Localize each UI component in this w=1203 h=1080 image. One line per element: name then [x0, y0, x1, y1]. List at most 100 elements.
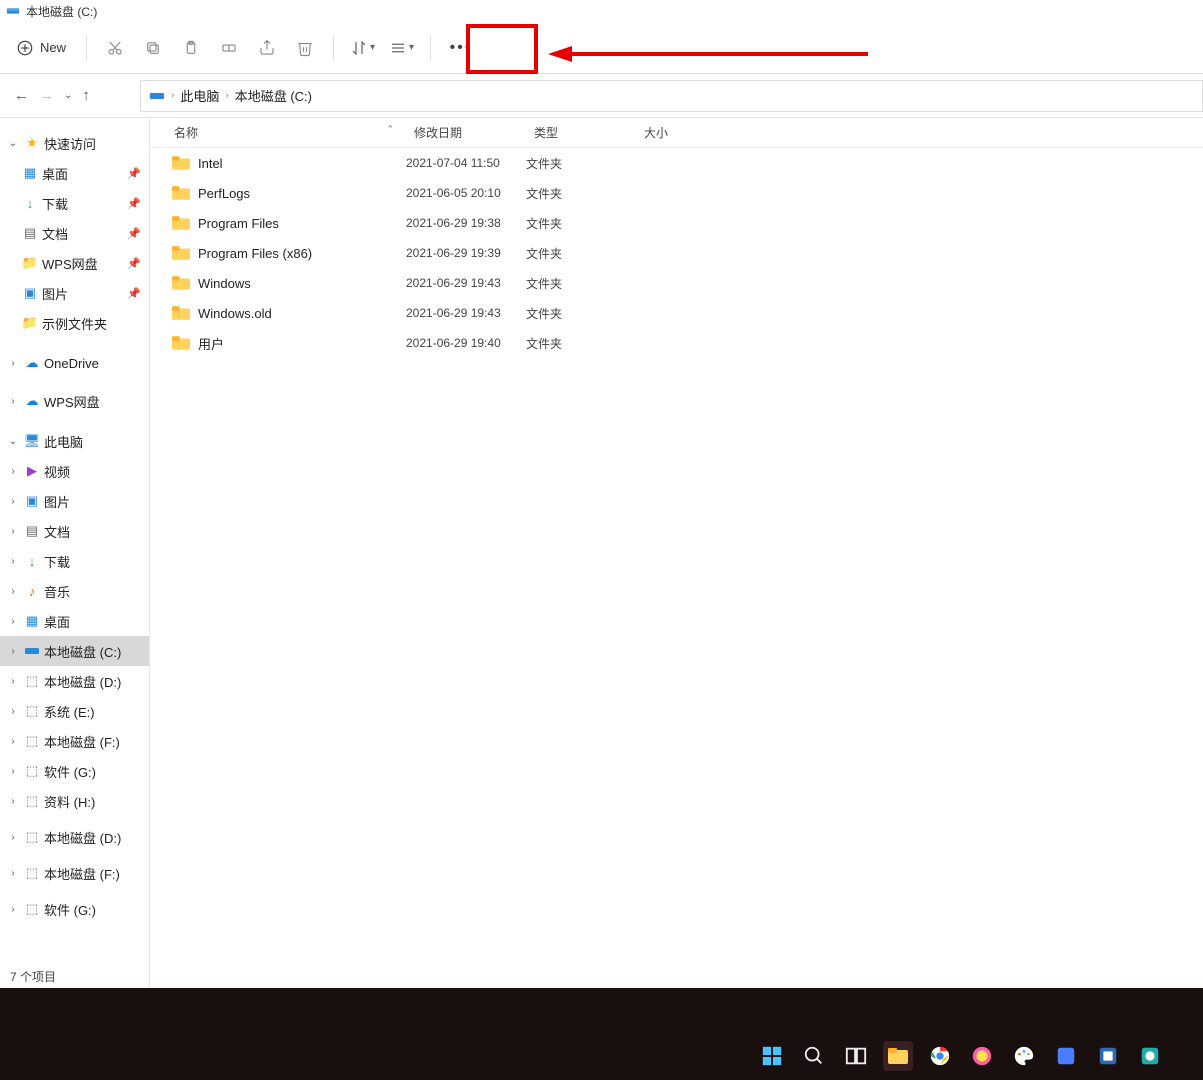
file-type: 文件夹 — [526, 335, 636, 352]
sidebar-this-pc[interactable]: ⌄🖥此电脑 — [0, 426, 149, 456]
column-size[interactable]: 大小 — [636, 124, 716, 141]
sidebar-pictures[interactable]: ▣图片📌 — [0, 278, 149, 308]
sidebar-drive-f2[interactable]: ›⬚本地磁盘 (F:) — [0, 858, 149, 888]
sidebar-drive-d2[interactable]: ›⬚本地磁盘 (D:) — [0, 822, 149, 852]
pc-icon: 🖥 — [24, 433, 40, 449]
sidebar-music[interactable]: ›♪音乐 — [0, 576, 149, 606]
forward-button[interactable]: → — [39, 87, 54, 104]
download-icon: ↓ — [24, 553, 40, 569]
file-name: PerfLogs — [198, 186, 250, 201]
taskbar-paint[interactable] — [1009, 1041, 1039, 1071]
new-label: New — [40, 40, 66, 55]
drive-icon: ⬚ — [24, 673, 40, 689]
sidebar-desktop[interactable]: ▦桌面📌 — [0, 158, 149, 188]
folder-icon — [172, 306, 190, 320]
column-name[interactable]: 名称⌃ — [166, 124, 406, 141]
sidebar-drive-g[interactable]: ›⬚软件 (G:) — [0, 756, 149, 786]
desktop-icon: ▦ — [24, 613, 40, 629]
file-name: Program Files (x86) — [198, 246, 312, 261]
drive-icon: ⬚ — [24, 763, 40, 779]
file-list[interactable]: Intel 2021-07-04 11:50 文件夹 PerfLogs 2021… — [150, 148, 1203, 988]
navigation-row: ← → ⌄ ↑ › 此电脑 › 本地磁盘 (C:) — [0, 74, 1203, 118]
sidebar-drive-c[interactable]: ›本地磁盘 (C:) — [0, 636, 149, 666]
drive-icon: ⬚ — [24, 733, 40, 749]
folder-icon: 📁 — [22, 315, 38, 331]
pin-icon: 📌 — [127, 287, 141, 300]
file-row[interactable]: Intel 2021-07-04 11:50 文件夹 — [166, 148, 1203, 178]
sort-button[interactable]: ▾ — [344, 30, 381, 66]
sidebar-drive-f[interactable]: ›⬚本地磁盘 (F:) — [0, 726, 149, 756]
sidebar-drive-d[interactable]: ›⬚本地磁盘 (D:) — [0, 666, 149, 696]
address-bar[interactable]: › 此电脑 › 本地磁盘 (C:) — [140, 80, 1203, 112]
taskbar-app3[interactable] — [1093, 1041, 1123, 1071]
sidebar-samples[interactable]: 📁示例文件夹 — [0, 308, 149, 338]
file-row[interactable]: Program Files 2021-06-29 19:38 文件夹 — [166, 208, 1203, 238]
file-type: 文件夹 — [526, 245, 636, 262]
file-row[interactable]: 用户 2021-06-29 19:40 文件夹 — [166, 328, 1203, 358]
taskbar-app4[interactable] — [1135, 1041, 1165, 1071]
taskbar-chrome[interactable] — [925, 1041, 955, 1071]
separator — [333, 36, 334, 60]
taskbar-app1[interactable] — [967, 1041, 997, 1071]
file-name: Windows — [198, 276, 251, 291]
rename-button[interactable] — [211, 30, 247, 66]
drive-icon — [24, 643, 40, 659]
chevron-down-icon: ▾ — [370, 42, 375, 53]
sidebar-quick-access[interactable]: ⌄★快速访问 — [0, 128, 149, 158]
drive-icon: ⬚ — [24, 703, 40, 719]
cut-button[interactable] — [97, 30, 133, 66]
sidebar-documents[interactable]: ▤文档📌 — [0, 218, 149, 248]
chevron-right-icon: › — [225, 90, 228, 101]
taskbar-explorer[interactable] — [883, 1041, 913, 1071]
delete-button[interactable] — [287, 30, 323, 66]
sidebar-drive-e[interactable]: ›⬚系统 (E:) — [0, 696, 149, 726]
sidebar-desktop2[interactable]: ›▦桌面 — [0, 606, 149, 636]
drive-icon: ⬚ — [24, 901, 40, 917]
file-row[interactable]: Program Files (x86) 2021-06-29 19:39 文件夹 — [166, 238, 1203, 268]
sidebar-downloads2[interactable]: ›↓下载 — [0, 546, 149, 576]
back-button[interactable]: ← — [14, 87, 29, 104]
breadcrumb-drive[interactable]: 本地磁盘 (C:) — [235, 86, 312, 105]
new-button[interactable]: New — [10, 30, 76, 66]
view-button[interactable]: ▾ — [383, 30, 420, 66]
sidebar-videos[interactable]: ›▶视频 — [0, 456, 149, 486]
up-button[interactable]: ↑ — [82, 87, 90, 104]
pin-icon: 📌 — [127, 227, 141, 240]
sidebar-downloads[interactable]: ↓下载📌 — [0, 188, 149, 218]
desktop-icon: ▦ — [22, 165, 38, 181]
sort-indicator: ⌃ — [386, 124, 394, 135]
column-date[interactable]: 修改日期 — [406, 124, 526, 141]
sidebar-documents2[interactable]: ›▤文档 — [0, 516, 149, 546]
file-name: Windows.old — [198, 306, 272, 321]
taskbar-taskview[interactable] — [841, 1041, 871, 1071]
file-row[interactable]: Windows 2021-06-29 19:43 文件夹 — [166, 268, 1203, 298]
file-row[interactable]: PerfLogs 2021-06-05 20:10 文件夹 — [166, 178, 1203, 208]
sidebar-drive-h[interactable]: ›⬚资料 (H:) — [0, 786, 149, 816]
more-button[interactable]: ••• — [441, 30, 481, 66]
toolbar: New ▾ ▾ ••• — [0, 22, 1203, 74]
recent-dropdown[interactable]: ⌄ — [64, 90, 72, 101]
sidebar-drive-g2[interactable]: ›⬚软件 (G:) — [0, 894, 149, 924]
disk-icon — [149, 88, 165, 104]
sidebar-wpscloud[interactable]: ›☁WPS网盘 — [0, 386, 149, 416]
share-button[interactable] — [249, 30, 285, 66]
copy-button[interactable] — [135, 30, 171, 66]
sidebar-wps[interactable]: 📁WPS网盘📌 — [0, 248, 149, 278]
chevron-right-icon: › — [171, 90, 174, 101]
taskbar-app2[interactable] — [1051, 1041, 1081, 1071]
breadcrumb-pc[interactable]: 此电脑 — [180, 86, 219, 105]
taskbar-search[interactable] — [799, 1041, 829, 1071]
sidebar-onedrive[interactable]: ›☁OneDrive — [0, 348, 149, 378]
folder-icon — [172, 336, 190, 350]
disk-icon — [6, 4, 20, 18]
taskbar — [0, 988, 1203, 1080]
file-row[interactable]: Windows.old 2021-06-29 19:43 文件夹 — [166, 298, 1203, 328]
file-name: 用户 — [198, 334, 224, 353]
sidebar-pictures2[interactable]: ›▣图片 — [0, 486, 149, 516]
taskbar-start[interactable] — [757, 1041, 787, 1071]
column-type[interactable]: 类型 — [526, 124, 636, 141]
folder-icon — [172, 186, 190, 200]
paste-button[interactable] — [173, 30, 209, 66]
picture-icon: ▣ — [24, 493, 40, 509]
navigation-pane[interactable]: ⌄★快速访问 ▦桌面📌 ↓下载📌 ▤文档📌 📁WPS网盘📌 ▣图片📌 📁示例文件… — [0, 118, 150, 988]
